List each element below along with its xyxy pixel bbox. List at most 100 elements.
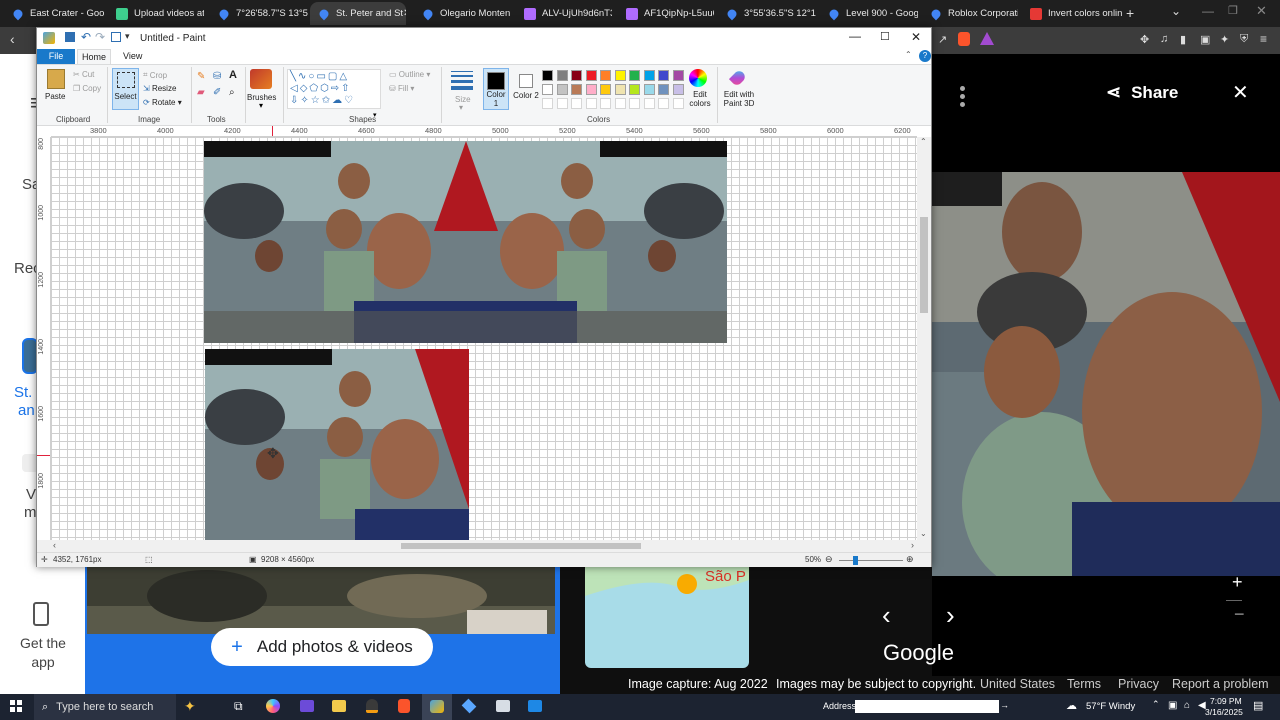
palette-custom-swatch[interactable] (542, 98, 553, 109)
share-button[interactable]: ⋖ Share (1106, 82, 1178, 103)
tab-list-chevron-icon[interactable]: ⌄ (1171, 4, 1181, 18)
size-dropdown-icon[interactable]: ▾ (459, 103, 463, 112)
tab-file[interactable]: File (37, 49, 75, 64)
rotate-button[interactable]: ⟳ Rotate ▾ (143, 98, 182, 107)
footer-country[interactable]: United States (980, 677, 1055, 691)
canvas-image-wide[interactable] (204, 141, 727, 343)
eraser-icon[interactable]: ▰ (197, 87, 205, 98)
scroll-right-icon[interactable]: › (911, 540, 914, 550)
palette-swatch[interactable] (672, 70, 684, 81)
tray-app-icon[interactable]: ▣ (1168, 700, 1177, 711)
fill-button[interactable]: ⛁ Fill ▾ (389, 84, 414, 93)
vertical-scroll-thumb[interactable] (920, 217, 928, 313)
taskbar-search[interactable]: ⌕ Type here to search (34, 694, 176, 720)
scroll-down-icon[interactable]: ⌄ (920, 529, 927, 538)
horizontal-scroll-thumb[interactable] (401, 543, 641, 549)
palette-swatch[interactable] (614, 84, 626, 95)
paint3d-icon[interactable] (728, 68, 748, 88)
save-icon[interactable] (65, 32, 75, 42)
new-tab-button[interactable]: + (1126, 5, 1134, 21)
phone-icon[interactable] (33, 602, 49, 626)
back-icon[interactable]: ‹ (10, 31, 15, 47)
zoom-slider-thumb[interactable] (853, 556, 858, 565)
edit-colors-icon[interactable] (689, 69, 707, 87)
palette-swatch[interactable] (571, 70, 582, 81)
undo-icon[interactable]: ↶ (81, 30, 91, 44)
brave-icon[interactable] (398, 699, 410, 713)
browser-tab[interactable]: St. Peter and St✕ (310, 2, 406, 25)
browser-tab[interactable]: East Crater - Googl (4, 2, 104, 25)
task-view-icon[interactable]: ⧉ (234, 699, 243, 714)
edit-paint3d-button[interactable]: Edit with Paint 3D (721, 90, 757, 108)
clock-date[interactable]: 3/16/2025 (1205, 707, 1243, 717)
cut-button[interactable]: ✂ Cut (73, 70, 94, 79)
browser-tab[interactable]: AF1QipNp-L5uu6A (618, 2, 714, 25)
sidebar-icon[interactable]: ▮ (1180, 33, 1186, 46)
browser-tab[interactable]: 3°55'36.5"S 12°12'3 (718, 2, 816, 25)
extensions-icon[interactable]: ✥ (1140, 33, 1149, 46)
outline-button[interactable]: ▭ Outline ▾ (389, 70, 430, 79)
zoom-in-button[interactable]: ⊕ (906, 554, 914, 565)
restore-icon[interactable]: ❐ (1228, 4, 1238, 17)
taskbar-app3-icon[interactable] (461, 698, 477, 714)
palette-custom-swatch[interactable] (614, 98, 626, 109)
palette-swatch[interactable] (658, 84, 669, 95)
paste-icon[interactable] (47, 69, 65, 89)
palette-swatch[interactable] (600, 70, 611, 81)
get-the-app-link[interactable]: Get the app (10, 634, 76, 672)
qat-new-icon[interactable] (111, 32, 121, 42)
palette-custom-swatch[interactable] (600, 98, 611, 109)
palette-swatch[interactable] (658, 70, 669, 81)
horizontal-scrollbar[interactable]: ‹ › (37, 540, 931, 552)
brave-rewards-icon[interactable] (980, 32, 994, 45)
palette-swatch[interactable] (672, 84, 684, 95)
canvas-image-single[interactable] (205, 349, 469, 540)
pixel-grid[interactable]: ✥ (51, 137, 917, 540)
zoom-out-icon[interactable]: − (1234, 604, 1245, 625)
brushes-dropdown-icon[interactable]: ▾ (259, 101, 263, 110)
taskbar-app-icon[interactable] (300, 700, 314, 712)
address-go-icon[interactable]: → (1000, 700, 1009, 710)
copilot-app-icon[interactable] (266, 699, 280, 713)
footer-privacy[interactable]: Privacy (1118, 677, 1159, 691)
color1-button[interactable]: Color 1 (483, 68, 509, 110)
resize-button[interactable]: ⇲ Resize (143, 84, 176, 93)
media-icon[interactable]: ♫ (1160, 33, 1168, 45)
place-photo-image[interactable] (87, 566, 555, 634)
large-photo[interactable] (932, 172, 1280, 576)
browser-tab[interactable]: Level 900 - Google (820, 2, 918, 25)
menu-icon[interactable]: ≡ (1260, 32, 1267, 46)
palette-swatch[interactable] (600, 84, 611, 95)
ribbon-collapse-icon[interactable]: ⌃ (905, 50, 912, 59)
scroll-left-icon[interactable]: ‹ (53, 540, 56, 550)
browser-tab[interactable]: Roblox Corporatio (922, 2, 1018, 25)
magnifier-icon[interactable]: ⌕ (229, 87, 235, 98)
text-tool-icon[interactable]: A (229, 69, 237, 81)
palette-swatch[interactable] (614, 70, 626, 81)
leo-icon[interactable]: ✦ (1220, 33, 1229, 46)
browser-tab[interactable]: ALV-UjUh9d6nT32 (516, 2, 612, 25)
palette-swatch[interactable] (542, 70, 553, 81)
palette-swatch[interactable] (629, 70, 640, 81)
color2-button[interactable]: Color 2 (513, 68, 539, 110)
zoom-out-button[interactable]: ⊖ (825, 554, 833, 565)
taskbar-app4-icon[interactable] (496, 700, 510, 712)
wallet-icon[interactable]: ▣ (1200, 33, 1210, 46)
crop-button[interactable]: ⌗ Crop (143, 70, 167, 80)
paste-button[interactable]: Paste (45, 92, 65, 101)
palette-custom-swatch[interactable] (672, 98, 684, 109)
file-explorer-icon[interactable] (332, 700, 346, 712)
color-picker-icon[interactable]: ✐ (213, 87, 221, 98)
close-tab-icon[interactable]: ✕ (403, 8, 406, 19)
redo-icon[interactable]: ↷ (95, 30, 105, 44)
palette-custom-swatch[interactable] (658, 98, 669, 109)
tab-view[interactable]: View (123, 51, 142, 61)
qat-customize-icon[interactable]: ▾ (125, 31, 130, 42)
zoom-in-icon[interactable]: + (1232, 572, 1243, 593)
palette-custom-swatch[interactable] (585, 98, 597, 109)
start-icon[interactable] (10, 700, 22, 712)
palette-custom-swatch[interactable] (556, 98, 568, 109)
copilot-sparkle-icon[interactable]: ✦ (184, 698, 196, 715)
taskbar-app2-icon[interactable] (366, 699, 378, 713)
palette-custom-swatch[interactable] (643, 98, 655, 109)
